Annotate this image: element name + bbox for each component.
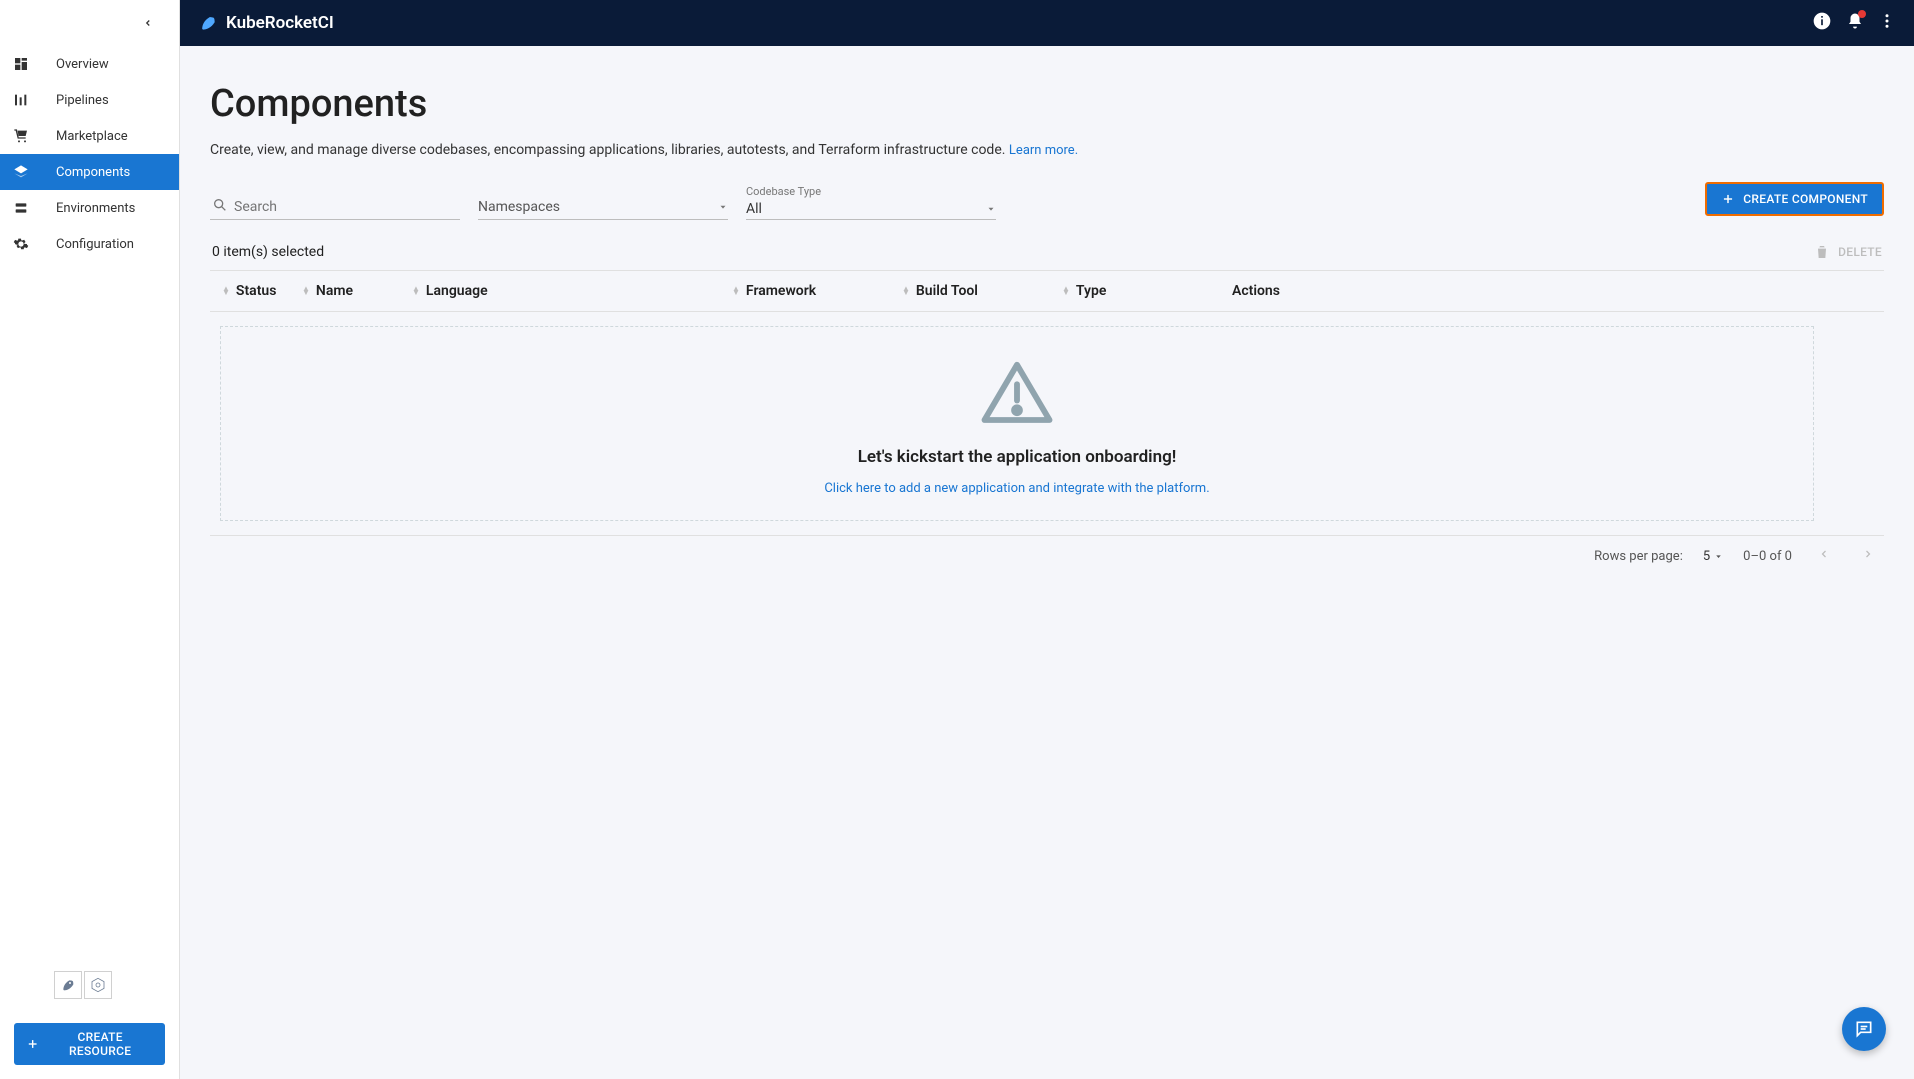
footer-rocket-button[interactable] bbox=[54, 971, 82, 999]
empty-link[interactable]: Click here to add a new application and … bbox=[824, 481, 1209, 496]
dots-vertical-icon bbox=[1878, 12, 1896, 30]
search-icon bbox=[212, 197, 228, 213]
info-button[interactable] bbox=[1812, 11, 1832, 35]
empty-state: Let's kickstart the application onboardi… bbox=[220, 326, 1814, 521]
cart-icon bbox=[12, 128, 30, 144]
sidebar-footer: CREATE RESOURCE bbox=[0, 957, 179, 1079]
column-type[interactable]: ▲▼Type bbox=[1062, 283, 1232, 299]
create-component-label: CREATE COMPONENT bbox=[1743, 192, 1868, 206]
learn-more-link[interactable]: Learn more. bbox=[1009, 143, 1078, 158]
pagination-range: 0–0 of 0 bbox=[1743, 549, 1792, 564]
trash-icon bbox=[1814, 244, 1830, 260]
sidebar-item-label: Overview bbox=[56, 57, 109, 72]
column-name[interactable]: ▲▼Name bbox=[302, 283, 412, 299]
delete-button[interactable]: DELETE bbox=[1814, 244, 1882, 260]
sidebar-item-components[interactable]: Components bbox=[0, 154, 179, 190]
pagination: Rows per page: 5 0–0 of 0 bbox=[210, 535, 1884, 576]
dashboard-icon bbox=[12, 56, 30, 72]
column-status[interactable]: ▲▼Status bbox=[222, 283, 302, 299]
table-header: ▲▼Status ▲▼Name ▲▼Language ▲▼Framework ▲… bbox=[210, 271, 1884, 312]
sort-icon: ▲▼ bbox=[732, 287, 740, 295]
info-icon bbox=[1812, 11, 1832, 31]
search-input[interactable] bbox=[234, 199, 460, 215]
column-language[interactable]: ▲▼Language bbox=[412, 283, 732, 299]
create-component-button[interactable]: CREATE COMPONENT bbox=[1705, 182, 1884, 216]
codebase-type-label: Codebase Type bbox=[746, 185, 996, 198]
page-description: Create, view, and manage diverse codebas… bbox=[210, 142, 1884, 158]
search-field[interactable] bbox=[210, 192, 460, 220]
chevron-left-icon bbox=[143, 18, 153, 28]
sort-icon: ▲▼ bbox=[412, 287, 420, 295]
sort-icon: ▲▼ bbox=[302, 287, 310, 295]
brand-name: KubeRocketCI bbox=[226, 13, 334, 33]
topbar: KubeRocketCI bbox=[180, 0, 1914, 46]
footer-kube-button[interactable] bbox=[84, 971, 112, 999]
sidebar-nav: Overview Pipelines Marketplace Component… bbox=[0, 46, 179, 957]
notification-dot bbox=[1858, 10, 1866, 18]
brand-rocket-icon bbox=[198, 13, 218, 33]
chevron-right-icon bbox=[1862, 548, 1874, 560]
rocket-icon bbox=[60, 977, 76, 993]
chevron-down-icon bbox=[986, 204, 996, 214]
sort-icon: ▲▼ bbox=[902, 287, 910, 295]
delete-label: DELETE bbox=[1838, 245, 1882, 259]
rows-per-page-select[interactable]: 5 bbox=[1703, 549, 1723, 564]
chevron-down-icon bbox=[718, 202, 728, 212]
sidebar-item-label: Components bbox=[56, 165, 130, 180]
helm-icon bbox=[90, 977, 106, 993]
warning-icon bbox=[972, 355, 1062, 433]
chat-fab[interactable] bbox=[1842, 1007, 1886, 1051]
pagination-prev[interactable] bbox=[1812, 548, 1836, 564]
pagination-next[interactable] bbox=[1856, 548, 1880, 564]
sidebar-collapse-button[interactable] bbox=[0, 0, 179, 46]
empty-title: Let's kickstart the application onboardi… bbox=[858, 447, 1177, 467]
brand[interactable]: KubeRocketCI bbox=[198, 13, 334, 33]
sidebar: Overview Pipelines Marketplace Component… bbox=[0, 0, 180, 1079]
namespaces-select[interactable]: Namespaces bbox=[478, 195, 728, 220]
codebase-type-field: Codebase Type All bbox=[746, 185, 996, 220]
namespaces-placeholder: Namespaces bbox=[478, 199, 560, 215]
chat-icon bbox=[1854, 1019, 1874, 1039]
codebase-type-select[interactable]: All bbox=[746, 199, 996, 220]
codebase-type-value: All bbox=[746, 201, 762, 217]
sidebar-item-marketplace[interactable]: Marketplace bbox=[0, 118, 179, 154]
sidebar-item-label: Marketplace bbox=[56, 129, 128, 144]
sidebar-item-label: Configuration bbox=[56, 237, 134, 252]
sort-icon: ▲▼ bbox=[1062, 287, 1070, 295]
chevron-down-icon bbox=[1714, 552, 1723, 561]
chevron-left-icon bbox=[1818, 548, 1830, 560]
layers-icon bbox=[12, 164, 30, 180]
column-build-tool[interactable]: ▲▼Build Tool bbox=[902, 283, 1062, 299]
menu-button[interactable] bbox=[1878, 12, 1896, 34]
plus-icon bbox=[26, 1037, 39, 1051]
sort-icon: ▲▼ bbox=[222, 287, 230, 295]
create-resource-label: CREATE RESOURCE bbox=[47, 1030, 153, 1058]
column-framework[interactable]: ▲▼Framework bbox=[732, 283, 902, 299]
sidebar-item-label: Pipelines bbox=[56, 93, 109, 108]
stacks-icon bbox=[12, 200, 30, 216]
sidebar-item-pipelines[interactable]: Pipelines bbox=[0, 82, 179, 118]
sidebar-item-configuration[interactable]: Configuration bbox=[0, 226, 179, 262]
create-resource-button[interactable]: CREATE RESOURCE bbox=[14, 1023, 165, 1065]
gear-icon bbox=[12, 236, 30, 252]
pipelines-icon bbox=[12, 92, 30, 108]
sidebar-item-overview[interactable]: Overview bbox=[0, 46, 179, 82]
column-actions: Actions bbox=[1232, 283, 1880, 299]
plus-icon bbox=[1721, 192, 1735, 206]
page-title: Components bbox=[210, 82, 1884, 126]
sidebar-item-label: Environments bbox=[56, 201, 135, 216]
notifications-button[interactable] bbox=[1846, 12, 1864, 34]
rows-per-page-label: Rows per page: bbox=[1594, 549, 1683, 564]
selection-count: 0 item(s) selected bbox=[212, 244, 324, 260]
sidebar-item-environments[interactable]: Environments bbox=[0, 190, 179, 226]
